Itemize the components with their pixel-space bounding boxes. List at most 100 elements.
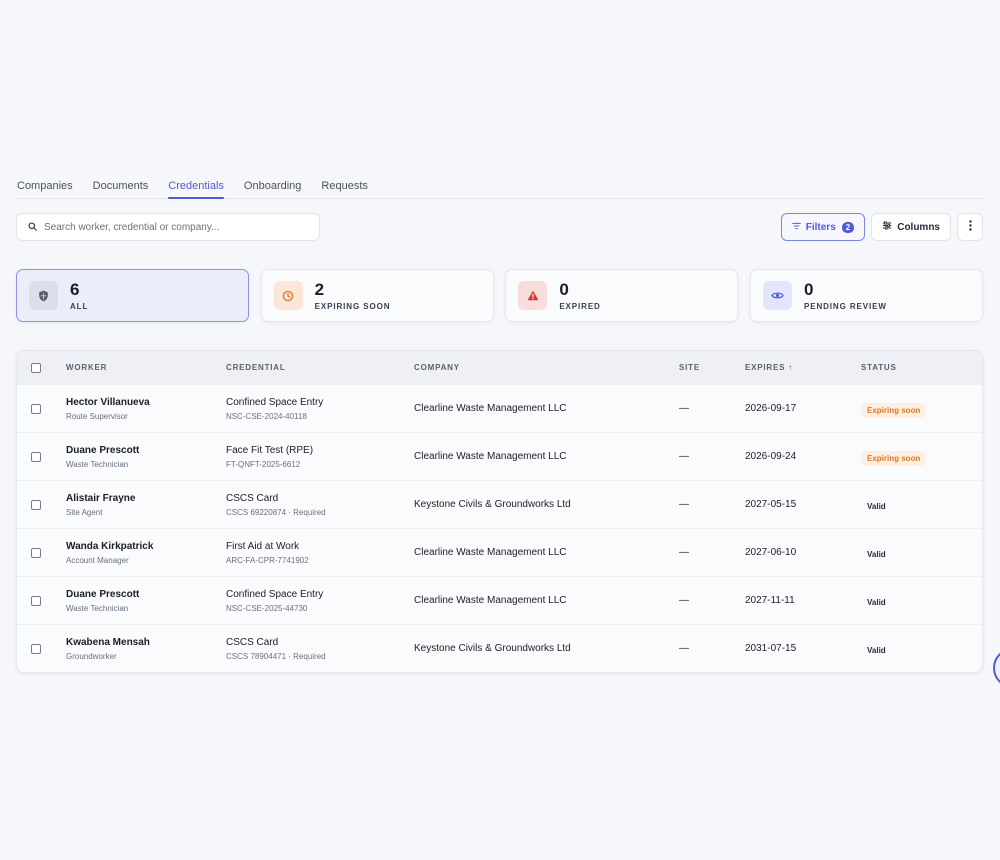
row-checkbox[interactable]: [31, 643, 41, 654]
credential-ref: FT-QNFT-2025-6612: [226, 459, 301, 469]
company-name: Clearline Waste Management LLC: [414, 595, 567, 606]
worker-name: Alistair Frayne: [66, 492, 136, 504]
stat-value: 6: [70, 279, 80, 299]
table-row[interactable]: Alistair Frayne Site Agent CSCS Card CSCS …: [17, 480, 982, 528]
site-value: —: [679, 547, 689, 558]
stat-value: 0: [559, 279, 569, 299]
row-checkbox[interactable]: [31, 499, 41, 510]
row-checkbox[interactable]: [31, 595, 41, 606]
more-options-button[interactable]: [957, 213, 983, 241]
column-header-site[interactable]: SITE: [679, 363, 745, 372]
expiry-date: 2026-09-24: [745, 451, 797, 462]
column-header-expires[interactable]: EXPIRES ↑: [745, 363, 861, 372]
worker-role: Waste Technician: [66, 603, 129, 613]
credential-name: Face Fit Test (RPE): [226, 444, 314, 456]
row-checkbox[interactable]: [31, 451, 41, 462]
status-badge: Valid: [867, 501, 886, 511]
credential-ref: NSC-CSE-2024-40118: [226, 411, 307, 421]
tab-bar: Companies Documents Credentials Onboardi…: [16, 170, 983, 199]
worker-name: Duane Prescott: [66, 444, 140, 456]
stat-cards: 6 ALL 2 EXPIRING SOON 0 EXPIRED 0 PENDIN…: [16, 269, 983, 322]
status-badge: Valid: [867, 645, 886, 655]
company-name: Keystone Civils & Groundworks Ltd: [414, 499, 571, 510]
credential-ref: NSC-CSE-2025-44730: [226, 603, 308, 613]
column-header-credential[interactable]: CREDENTIAL: [226, 363, 414, 372]
worker-role: Route Supervisor: [66, 411, 128, 421]
filters-count-badge: 2: [841, 221, 855, 233]
select-all-checkbox[interactable]: [31, 362, 41, 373]
column-header-company[interactable]: COMPANY: [414, 363, 679, 372]
site-value: —: [679, 595, 689, 606]
search-input[interactable]: [44, 221, 304, 233]
credentials-table: WORKER CREDENTIAL COMPANY SITE EXPIRES ↑…: [16, 350, 983, 673]
site-value: —: [679, 499, 689, 510]
stat-card-expired[interactable]: 0 EXPIRED: [505, 269, 739, 322]
credentials-page: Companies Documents Credentials Onboardi…: [16, 170, 983, 673]
stat-card-expiring-soon[interactable]: 2 EXPIRING SOON: [260, 269, 494, 322]
worker-role: Groundworker: [66, 651, 117, 661]
columns-label: Columns: [897, 221, 940, 233]
row-checkbox[interactable]: [31, 403, 41, 414]
worker-name: Duane Prescott: [66, 588, 140, 600]
expiry-date: 2026-09-17: [745, 403, 797, 414]
table-row[interactable]: Wanda Kirkpatrick Account Manager First A…: [17, 528, 982, 576]
stat-card-all[interactable]: 6 ALL: [16, 269, 249, 322]
stat-label: EXPIRING SOON: [314, 301, 391, 311]
stat-card-pending-review[interactable]: 0 PENDING REVIEW: [749, 269, 983, 322]
stat-label: EXPIRED: [559, 301, 601, 311]
expiry-date: 2031-07-15: [745, 643, 797, 654]
status-badge: Expiring soon: [861, 450, 927, 466]
tab-companies[interactable]: Companies: [17, 170, 73, 198]
toolbar: Filters 2 Columns: [16, 213, 983, 241]
filters-label: Filters: [805, 221, 836, 233]
credential-ref: CSCS 78904471 · Required: [226, 651, 326, 661]
more-vertical-icon: [968, 220, 972, 234]
clock-icon: [273, 281, 303, 310]
company-name: Clearline Waste Management LLC: [414, 547, 567, 558]
stat-value: 2: [314, 279, 325, 299]
status-badge: Valid: [867, 597, 886, 607]
worker-name: Wanda Kirkpatrick: [66, 540, 154, 552]
stat-label: ALL: [70, 301, 89, 311]
worker-role: Waste Technician: [66, 459, 129, 469]
credential-ref: CSCS 69220874 · Required: [226, 507, 326, 517]
tab-requests[interactable]: Requests: [321, 170, 367, 198]
eye-icon: [762, 281, 792, 310]
tab-credentials[interactable]: Credentials: [168, 170, 224, 199]
credential-name: Confined Space Entry: [226, 396, 324, 408]
table-row[interactable]: Duane Prescott Waste Technician Confined …: [17, 576, 982, 624]
worker-role: Account Manager: [66, 555, 129, 565]
tab-documents[interactable]: Documents: [93, 170, 149, 198]
columns-button[interactable]: Columns: [871, 213, 951, 241]
filters-button[interactable]: Filters 2: [780, 213, 866, 241]
company-name: Clearline Waste Management LLC: [414, 451, 567, 462]
expiry-date: 2027-05-15: [745, 499, 797, 510]
column-header-status[interactable]: STATUS: [861, 363, 982, 372]
table-header: WORKER CREDENTIAL COMPANY SITE EXPIRES ↑…: [17, 351, 982, 384]
table-row[interactable]: Hector Villanueva Route Supervisor Confin…: [17, 384, 982, 432]
floating-help-button[interactable]: [993, 648, 1000, 688]
worker-role: Site Agent: [66, 507, 103, 517]
tab-onboarding[interactable]: Onboarding: [244, 170, 302, 198]
alert-triangle-icon: [518, 281, 548, 310]
credential-name: CSCS Card: [226, 636, 279, 648]
status-badge: Valid: [867, 549, 886, 559]
stat-value: 0: [803, 279, 814, 299]
site-value: —: [679, 451, 689, 462]
credential-name: CSCS Card: [226, 492, 279, 504]
table-row[interactable]: Duane Prescott Waste Technician Face Fit …: [17, 432, 982, 480]
search-icon: [28, 218, 37, 236]
filter-icon: [791, 222, 801, 233]
row-checkbox[interactable]: [31, 547, 41, 558]
site-value: —: [679, 403, 689, 414]
sliders-icon: [882, 221, 892, 233]
search-box[interactable]: [16, 213, 320, 241]
shield-icon: [29, 281, 58, 310]
column-header-worker[interactable]: WORKER: [66, 363, 226, 372]
table-row[interactable]: Kwabena Mensah Groundworker CSCS Card CSCS…: [17, 624, 982, 672]
company-name: Keystone Civils & Groundworks Ltd: [414, 643, 571, 654]
credential-ref: ARC-FA-CPR-7741902: [226, 555, 309, 565]
site-value: —: [679, 643, 689, 654]
stat-label: PENDING REVIEW: [803, 301, 887, 311]
company-name: Clearline Waste Management LLC: [414, 403, 567, 414]
